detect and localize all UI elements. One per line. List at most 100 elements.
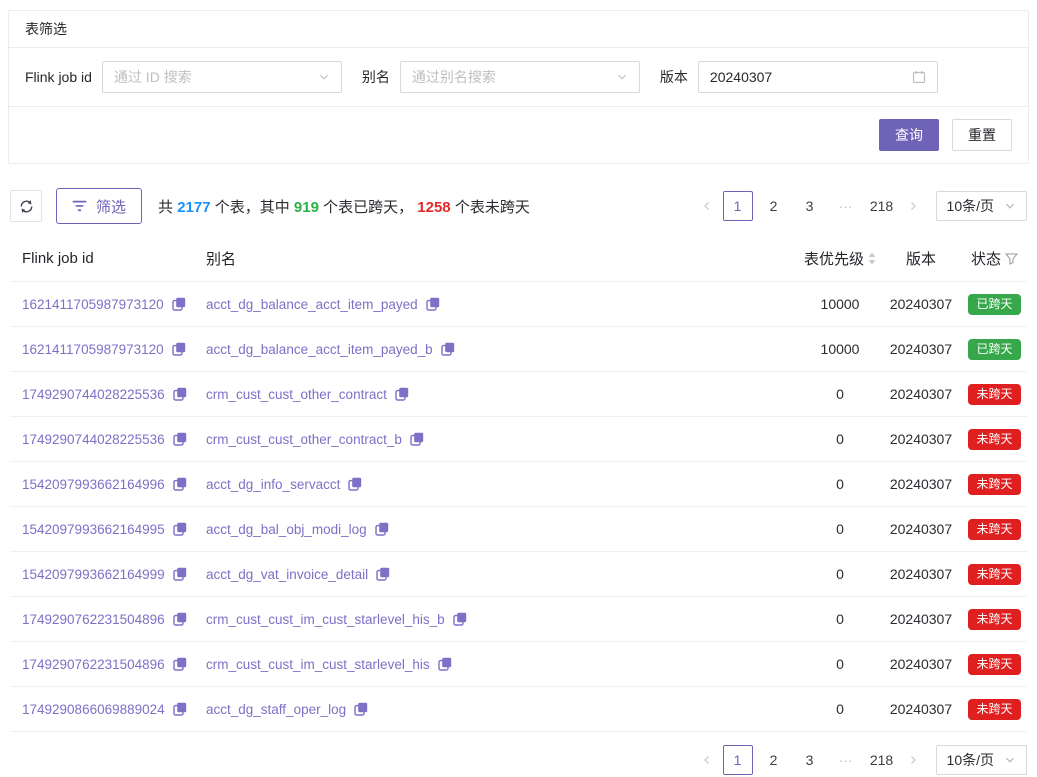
column-header-status: 状态 [962, 236, 1027, 281]
page-button-3[interactable]: 3 [795, 191, 825, 221]
filter-button[interactable]: 筛选 [56, 188, 142, 224]
filter-actions-row: 查询 重置 [9, 107, 1028, 163]
version-value: 20240307 [880, 296, 962, 312]
status-badge: 未跨天 [968, 384, 1020, 405]
priority-value: 0 [800, 521, 880, 537]
column-header-version: 版本 [880, 236, 962, 281]
flink-job-id-link[interactable]: 1542097993662164999 [22, 567, 165, 582]
copy-icon[interactable] [410, 432, 424, 446]
query-button[interactable]: 查询 [879, 119, 939, 151]
status-badge: 未跨天 [968, 474, 1020, 495]
flink-job-id-select[interactable]: 通过 ID 搜索 [102, 61, 342, 93]
alias-link[interactable]: crm_cust_cust_im_cust_starlevel_his_b [206, 612, 445, 627]
flink-job-id-link[interactable]: 1749290744028225536 [22, 387, 165, 402]
copy-icon[interactable] [172, 297, 186, 311]
priority-value: 0 [800, 701, 880, 717]
page-button-218[interactable]: 218 [867, 191, 897, 221]
filter-panel-title: 表筛选 [9, 11, 1028, 48]
alias-select[interactable]: 通过别名搜索 [400, 61, 640, 93]
copy-icon[interactable] [173, 657, 187, 671]
copy-icon[interactable] [173, 522, 187, 536]
page-size-select[interactable]: 10条/页 [936, 745, 1027, 775]
flink-job-id-link[interactable]: 1621411705987973120 [22, 297, 164, 312]
reset-button[interactable]: 重置 [952, 119, 1012, 151]
copy-icon[interactable] [395, 387, 409, 401]
refresh-button[interactable] [10, 190, 42, 222]
toolbar: 筛选 共 2177 个表，其中 919 个表已跨天， 1258 个表未跨天 12… [10, 188, 1027, 224]
alias-link[interactable]: acct_dg_balance_acct_item_payed [206, 297, 418, 312]
table-row: 1749290744028225536 crm_cust_cust_other_… [10, 372, 1027, 417]
flink-job-id-link[interactable]: 1542097993662164995 [22, 522, 165, 537]
copy-icon[interactable] [376, 567, 390, 581]
status-badge: 未跨天 [968, 609, 1020, 630]
copy-icon[interactable] [348, 477, 362, 491]
copy-icon[interactable] [426, 297, 440, 311]
page-button-3[interactable]: 3 [795, 745, 825, 775]
flink-job-id-link[interactable]: 1749290866069889024 [22, 702, 165, 717]
filter-panel: 表筛选 Flink job id 通过 ID 搜索 别名 通过别名搜索 版本 2… [8, 10, 1029, 164]
copy-icon[interactable] [173, 477, 187, 491]
status-badge: 未跨天 [968, 699, 1020, 720]
page-button-218[interactable]: 218 [867, 745, 897, 775]
prev-page-button[interactable] [694, 191, 720, 221]
page-button-1[interactable]: 1 [723, 745, 753, 775]
flink-job-id-link[interactable]: 1749290762231504896 [22, 612, 165, 627]
filter-funnel-icon[interactable] [1005, 253, 1018, 265]
copy-icon[interactable] [441, 342, 455, 356]
page-button-2[interactable]: 2 [759, 745, 789, 775]
table-row: 1749290744028225536 crm_cust_cust_other_… [10, 417, 1027, 462]
flink-job-id-link[interactable]: 1621411705987973120 [22, 342, 164, 357]
copy-icon[interactable] [173, 702, 187, 716]
table-header-row: Flink job id 别名 表优先级 版本 状态 [10, 236, 1027, 282]
copy-icon[interactable] [438, 657, 452, 671]
alias-link[interactable]: acct_dg_bal_obj_modi_log [206, 522, 367, 537]
chevron-down-icon [318, 71, 330, 83]
column-header-alias: 别名 [206, 236, 800, 281]
copy-icon[interactable] [375, 522, 389, 536]
copy-icon[interactable] [173, 612, 187, 626]
copy-icon[interactable] [173, 432, 187, 446]
status-badge: 已跨天 [968, 339, 1020, 360]
copy-icon[interactable] [173, 567, 187, 581]
table-row: 1621411705987973120 acct_dg_balance_acct… [10, 327, 1027, 372]
version-value: 20240307 [880, 566, 962, 582]
priority-value: 0 [800, 476, 880, 492]
refresh-icon [19, 199, 34, 214]
copy-icon[interactable] [354, 702, 368, 716]
flink-job-id-link[interactable]: 1749290744028225536 [22, 432, 165, 447]
alias-link[interactable]: crm_cust_cust_other_contract_b [206, 432, 402, 447]
page-size-select[interactable]: 10条/页 [936, 191, 1027, 221]
chevron-down-icon [616, 71, 628, 83]
status-badge: 未跨天 [968, 429, 1020, 450]
flink-job-id-link[interactable]: 1542097993662164996 [22, 477, 165, 492]
alias-link[interactable]: crm_cust_cust_other_contract [206, 387, 387, 402]
filter-fields-row: Flink job id 通过 ID 搜索 别名 通过别名搜索 版本 20240… [9, 48, 1028, 107]
copy-icon[interactable] [173, 387, 187, 401]
results-table: Flink job id 别名 表优先级 版本 状态 1621411705987… [10, 236, 1027, 732]
copy-icon[interactable] [453, 612, 467, 626]
alias-link[interactable]: crm_cust_cust_im_cust_starlevel_his [206, 657, 430, 672]
next-page-button[interactable] [900, 745, 926, 775]
copy-icon[interactable] [172, 342, 186, 356]
status-badge: 未跨天 [968, 654, 1020, 675]
page-button-1[interactable]: 1 [723, 191, 753, 221]
page-button-2[interactable]: 2 [759, 191, 789, 221]
alias-link[interactable]: acct_dg_info_servacct [206, 477, 340, 492]
column-header-priority[interactable]: 表优先级 [800, 236, 880, 281]
prev-page-button[interactable] [694, 745, 720, 775]
calendar-icon [912, 70, 926, 84]
sort-icon[interactable] [868, 252, 876, 265]
next-page-button[interactable] [900, 191, 926, 221]
total-count: 2177 [177, 199, 210, 216]
table-row: 1542097993662164996 acct_dg_info_servacc… [10, 462, 1027, 507]
column-header-flink-job-id: Flink job id [10, 238, 206, 279]
page-ellipsis: ··· [831, 745, 861, 775]
version-label: 版本 [660, 67, 688, 87]
flink-job-id-link[interactable]: 1749290762231504896 [22, 657, 165, 672]
version-date-input[interactable]: 20240307 [698, 61, 938, 93]
alias-link[interactable]: acct_dg_staff_oper_log [206, 702, 346, 717]
page-ellipsis: ··· [831, 191, 861, 221]
table-summary: 共 2177 个表，其中 919 个表已跨天， 1258 个表未跨天 [158, 196, 530, 217]
alias-link[interactable]: acct_dg_vat_invoice_detail [206, 567, 368, 582]
alias-link[interactable]: acct_dg_balance_acct_item_payed_b [206, 342, 433, 357]
